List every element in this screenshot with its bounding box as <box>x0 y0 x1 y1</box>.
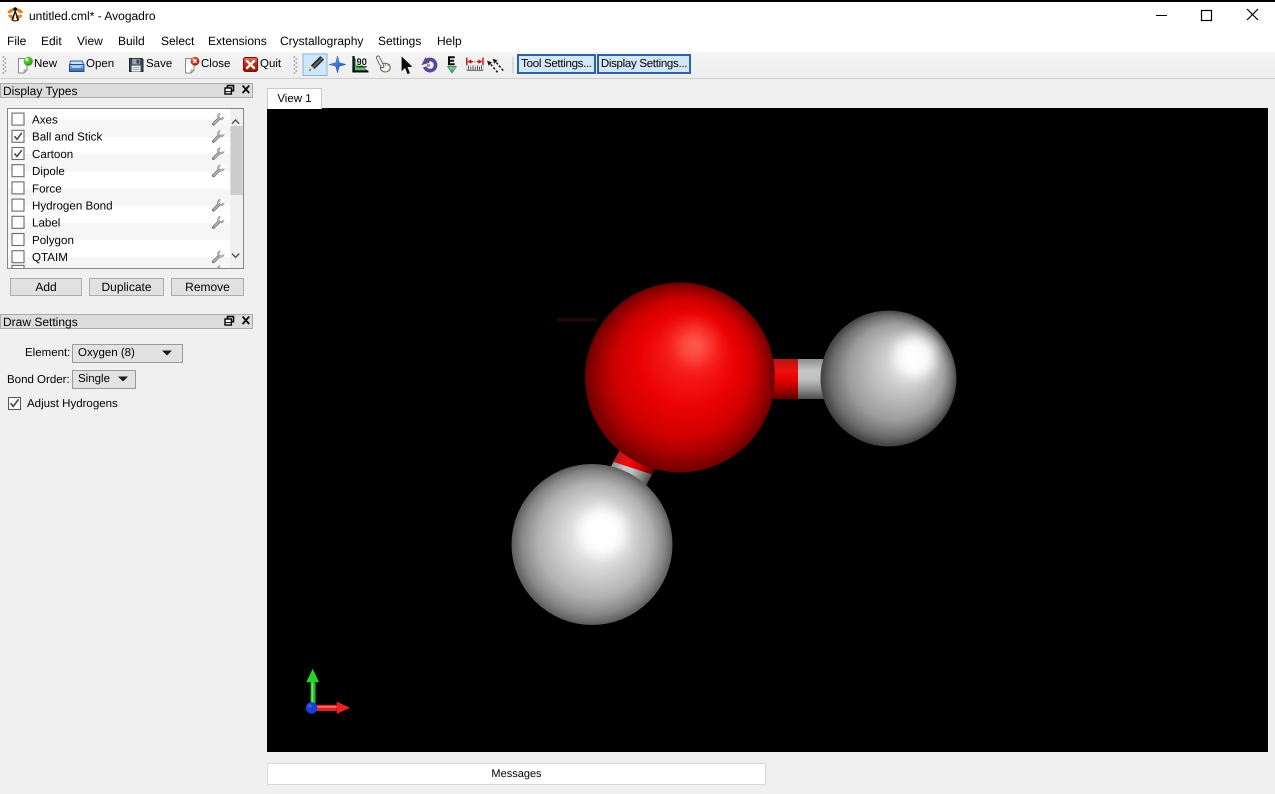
svg-text:Force: Force <box>32 182 62 195</box>
svg-text:Hydrogen Bond: Hydrogen Bond <box>32 200 113 213</box>
svg-text:Label: Label <box>32 217 60 230</box>
svg-text:Polygon: Polygon <box>32 234 74 247</box>
svg-text:Cartoon: Cartoon <box>32 148 73 161</box>
svg-text:Ball and Stick: Ball and Stick <box>32 131 102 144</box>
svg-text:QTAIM: QTAIM <box>32 251 68 264</box>
svg-text:Axes: Axes <box>32 114 58 127</box>
svg-text:Dipole: Dipole <box>32 165 65 178</box>
